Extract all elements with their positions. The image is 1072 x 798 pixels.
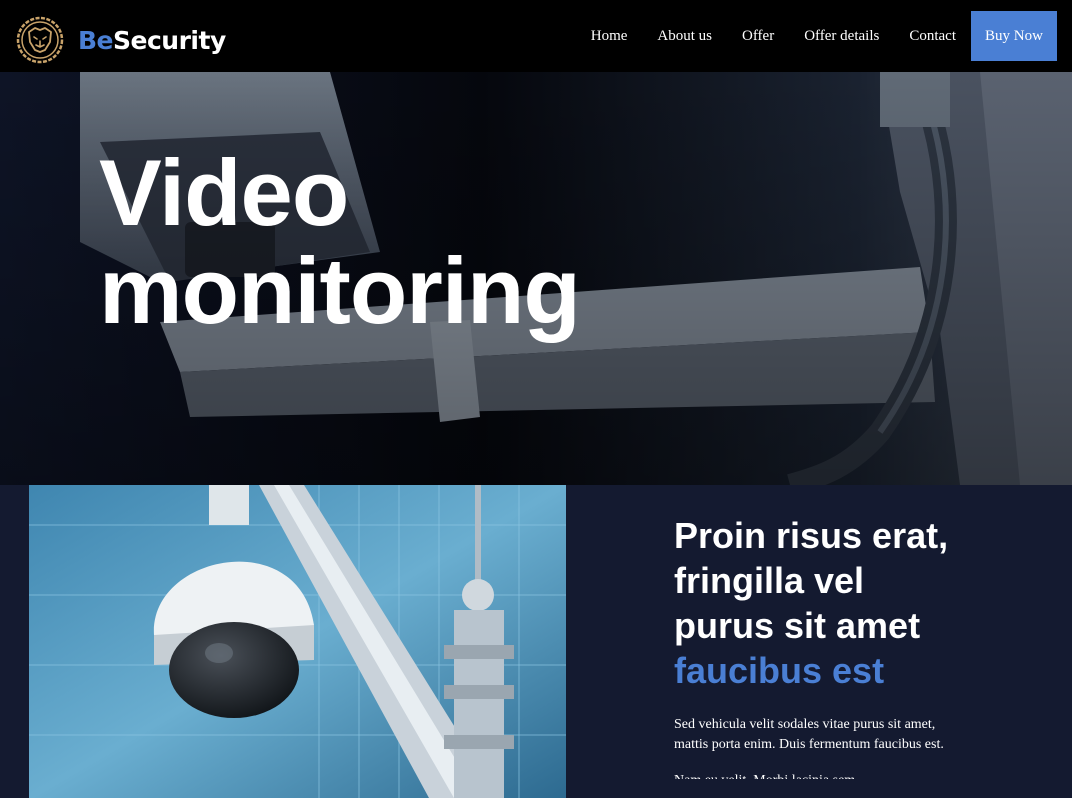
feature-heading-line-1: Proin risus erat, (674, 515, 949, 556)
hero-banner: Video monitoring (0, 72, 1072, 485)
brand-prefix: Be (78, 25, 114, 55)
site-header: BeSecurity Home About us Offer Offer det… (0, 0, 1072, 72)
feature-body: Sed vehicula velit sodales vitae purus s… (674, 717, 944, 752)
nav-about-us[interactable]: About us (657, 28, 712, 45)
nav-home[interactable]: Home (591, 28, 628, 45)
hero-title-line-2: monitoring (99, 238, 581, 343)
nav-offer-details[interactable]: Offer details (804, 28, 879, 45)
buy-now-button[interactable]: Buy Now (971, 11, 1057, 61)
feature-next-line: Nam eu velit. Morbi lacinia sem (674, 771, 1004, 779)
feature-text: Proin risus erat, fringilla vel purus si… (674, 513, 1004, 779)
dome-camera-image (29, 485, 566, 798)
feature-heading-line-3: purus sit amet (674, 605, 921, 646)
brand-suffix: Security (113, 25, 226, 55)
brand-name: BeSecurity (78, 26, 226, 55)
hero-title: Video monitoring (99, 140, 581, 343)
nav-contact[interactable]: Contact (909, 28, 956, 45)
feature-heading-accent: faucibus est (674, 650, 885, 691)
brand-logo[interactable]: BeSecurity (15, 15, 226, 65)
lion-badge-icon (16, 16, 64, 64)
dome-camera-photo (29, 485, 566, 798)
nav-offer[interactable]: Offer (742, 28, 774, 45)
feature-heading-line-2: fringilla vel (674, 560, 865, 601)
feature-section: Proin risus erat, fringilla vel purus si… (0, 485, 1072, 798)
main-nav: Home About us Offer Offer details Contac… (591, 11, 1057, 61)
hero-title-line-1: Video (99, 140, 349, 245)
feature-heading: Proin risus erat, fringilla vel purus si… (674, 513, 1004, 693)
